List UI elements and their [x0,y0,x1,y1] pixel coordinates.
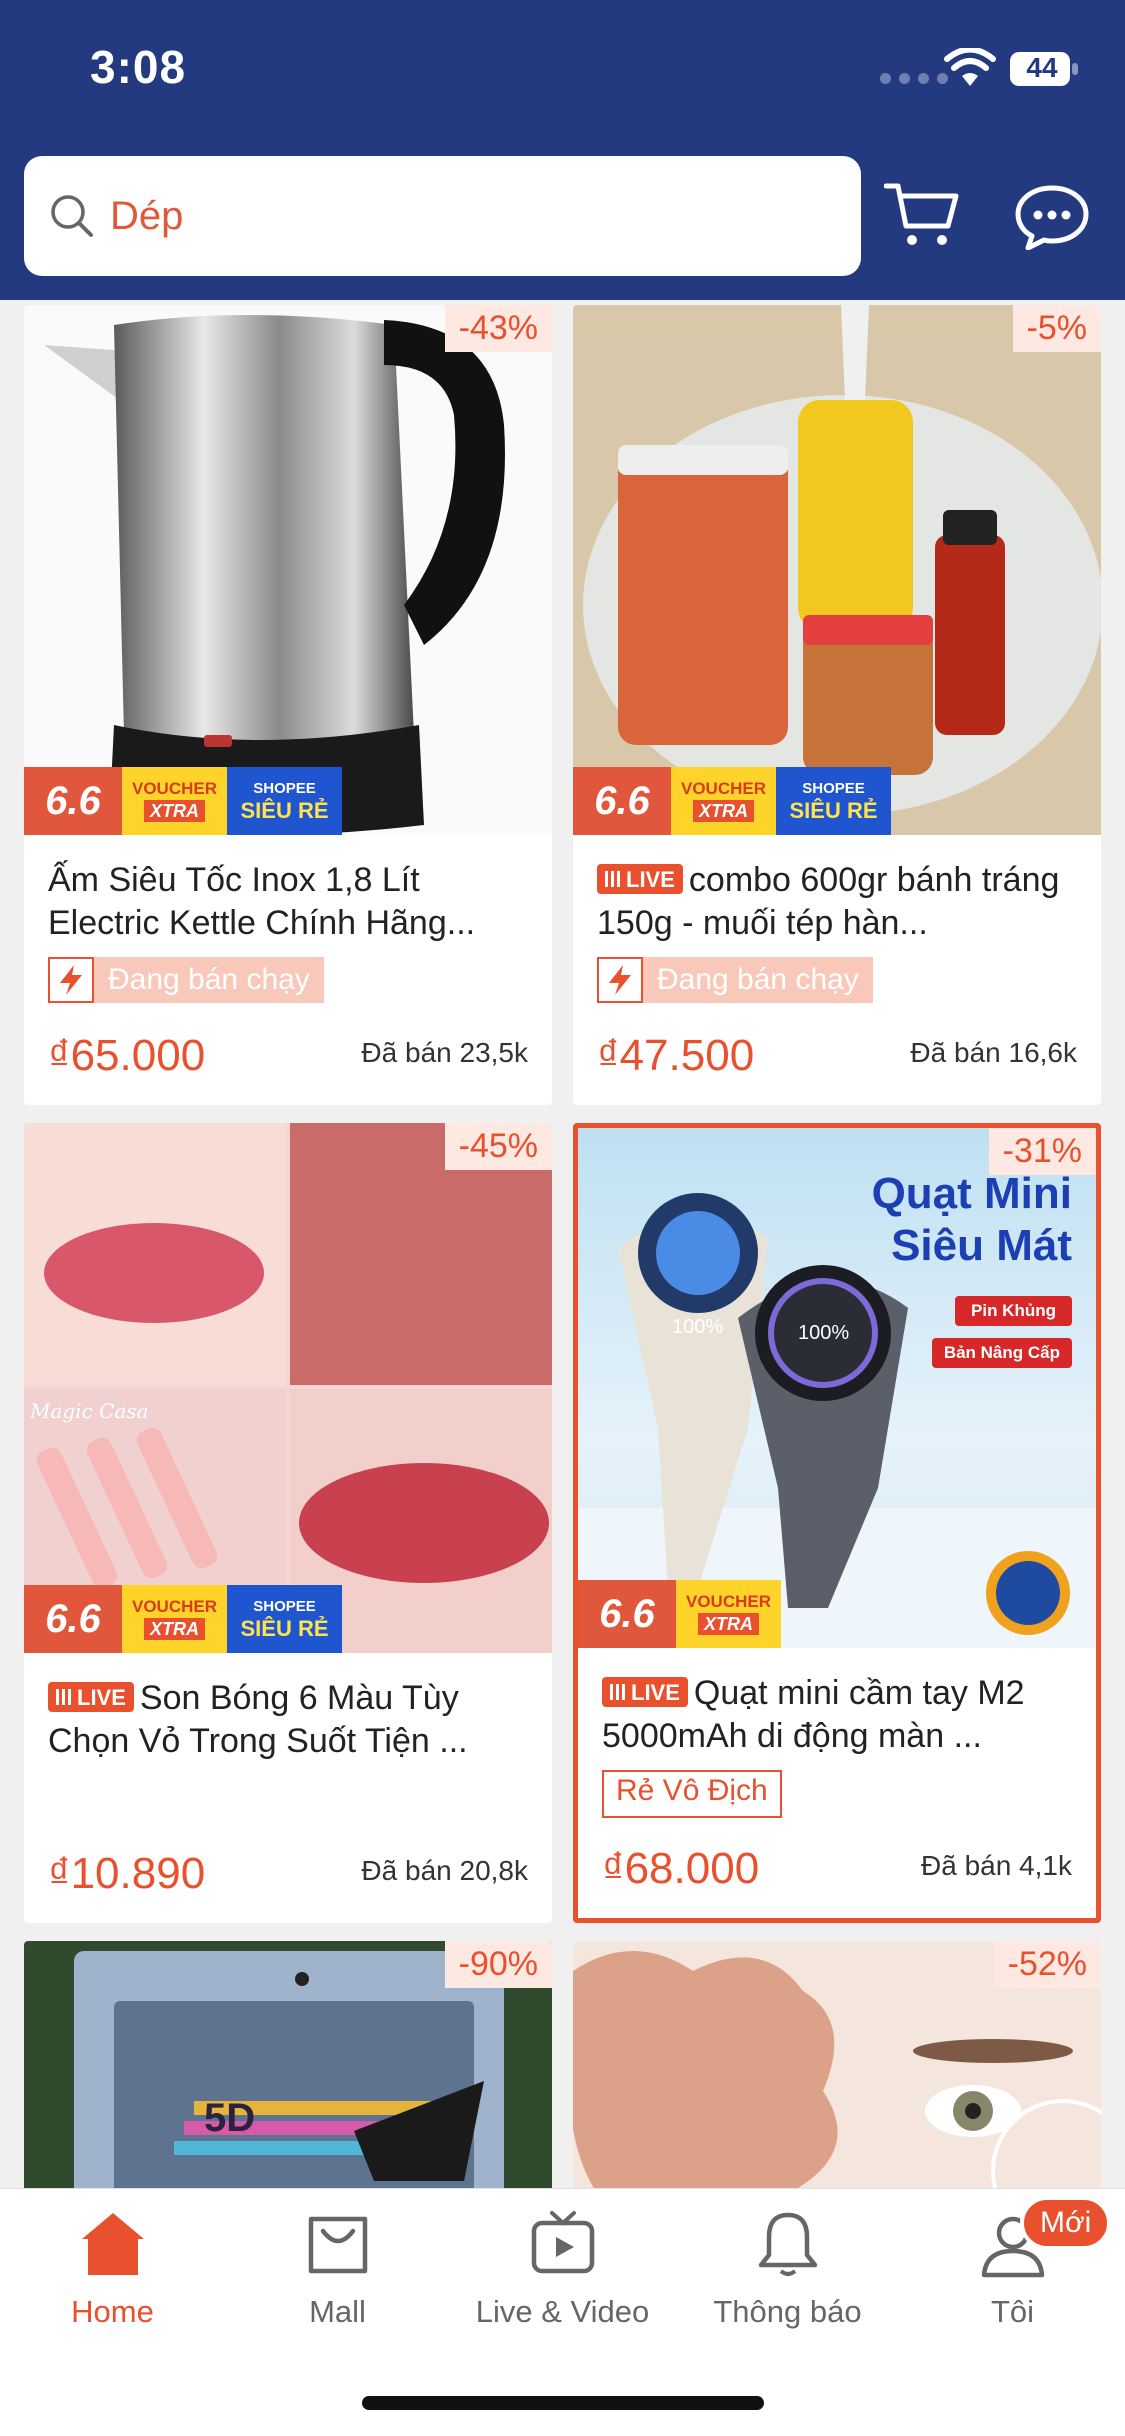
promo-badges: 6.6 VOUCHER XTRA SHOPEE SIÊU RẺ [573,767,891,835]
product-title: LIVE Son Bóng 6 Màu Tùy Chọn Vỏ Trong Suố… [48,1679,468,1760]
product-card[interactable]: Magic Casa -45% 6.6 VOUCHER XTRA SHOPEE SI… [24,1123,552,1923]
lightning-icon [48,957,94,1003]
bestseller-tag: Đang bán chạy [597,957,1077,1003]
discount-badge: -90% [444,1941,552,1988]
badge-voucher-xtra: VOUCHER XTRA [676,1580,781,1648]
shopping-bag-icon [308,2216,367,2274]
bell-icon [758,2212,817,2276]
product-title: LIVE Quạt mini cầm tay M2 5000mAh di động… [602,1674,1025,1755]
product-image: 100% 100% Quạt Mini Siêu Mát Pin Khủng B… [578,1128,1096,1648]
chat-icon[interactable] [1014,184,1090,250]
signal-icon [880,73,948,84]
promo-headline: Quạt Mini Siêu Mát [871,1169,1072,1270]
product-grid: -43% 6.6 VOUCHER XTRA SHOPEE SIÊU RẺ Ấm Si… [0,300,1125,2188]
wifi-icon [944,48,996,86]
promo-pill: Bản Nâng Cấp [931,1338,1072,1368]
product-image: -52% [573,1941,1101,2188]
nav-home[interactable]: Home [0,2209,225,2330]
product-card[interactable]: -5% 6.6 VOUCHER XTRA SHOPEE SIÊU RẺ LIVE co… [573,305,1101,1105]
badge-shopee-sieu-re: SHOPEE SIÊU RẺ [227,767,342,835]
nav-label: Tôi [990,2294,1035,2329]
sold-count: Đã bán 16,6k [910,1037,1077,1068]
nav-live-video[interactable]: Live & Video [450,2209,675,2330]
fan-display-2: 100% [798,1322,850,1344]
badge-shopee-sieu-re: SHOPEE SIÊU RẺ [227,1585,342,1653]
discount-badge: -52% [993,1941,1101,1988]
product-image-label: 5D [204,2096,256,2140]
product-image: -5% 6.6 VOUCHER XTRA SHOPEE SIÊU RẺ [573,305,1101,835]
home-icon [81,2213,144,2275]
search-icon [51,195,93,237]
search-query: Dép [110,193,184,238]
promo-pill: Pin Khủng [955,1296,1072,1326]
tv-play-icon [531,2211,594,2274]
nav-label: Mall [309,2294,366,2329]
discount-badge: -45% [444,1123,552,1170]
brand-watermark: Magic Casa [30,1399,149,1423]
nav-notifications[interactable]: Thông báo [675,2209,900,2330]
product-card[interactable]: 5D -90% [24,1941,552,2188]
sold-count: Đã bán 20,8k [361,1855,528,1886]
product-price: ₫10.890 [48,1849,206,1898]
badge-6-6: 6.6 [573,767,671,835]
search-bar[interactable]: Dép [24,156,861,276]
fan-display-1: 100% [672,1316,724,1338]
promo-badges: 6.6 VOUCHER XTRA [578,1580,781,1648]
badge-shopee-sieu-re: SHOPEE SIÊU RẺ [776,767,891,835]
discount-badge: -31% [988,1128,1096,1175]
badge-6-6: 6.6 [578,1580,676,1648]
battery-level: 44 [1026,52,1058,83]
live-badge: LIVE [602,1677,688,1707]
promo-badges: 6.6 VOUCHER XTRA SHOPEE SIÊU RẺ [24,767,342,835]
sold-count: Đã bán 23,5k [361,1037,528,1068]
cart-icon[interactable] [884,180,960,250]
product-card[interactable]: -43% 6.6 VOUCHER XTRA SHOPEE SIÊU RẺ Ấm Si… [24,305,552,1105]
product-title: Ấm Siêu Tốc Inox 1,8 Lít Electric Kettle… [48,861,476,942]
discount-badge: -43% [444,305,552,352]
product-image: 5D -90% [24,1941,552,2188]
bestseller-tag: Đang bán chạy [48,957,528,1003]
nav-label: Live & Video [475,2294,650,2329]
badge-voucher-xtra: VOUCHER XTRA [122,767,227,835]
product-card[interactable]: -52% [573,1941,1101,2188]
badge-voucher-xtra: VOUCHER XTRA [671,767,776,835]
product-card[interactable]: 100% 100% Quạt Mini Siêu Mát Pin Khủng B… [573,1123,1101,1923]
product-title: LIVE combo 600gr bánh tráng 150g - muối t… [597,861,1060,942]
live-badge: LIVE [48,1682,134,1712]
cheapest-tag: Rẻ Vô Địch [602,1770,782,1818]
nav-mall[interactable]: Mall [225,2209,450,2330]
badge-voucher-xtra: VOUCHER XTRA [122,1585,227,1653]
new-badge: Mới [1020,2196,1112,2250]
product-price: ₫47.500 [597,1031,755,1080]
nav-label: Home [71,2294,154,2329]
product-price: ₫65.000 [48,1031,206,1080]
product-image: -43% 6.6 VOUCHER XTRA SHOPEE SIÊU RẺ [24,305,552,835]
promo-badges: 6.6 VOUCHER XTRA SHOPEE SIÊU RẺ [24,1585,342,1653]
badge-6-6: 6.6 [24,1585,122,1653]
live-badge: LIVE [597,864,683,894]
product-image: Magic Casa -45% 6.6 VOUCHER XTRA SHOPEE SI… [24,1123,552,1653]
home-indicator[interactable] [362,2396,764,2410]
status-time: 3:08 [90,41,187,93]
header: 3:08 44 Dép [0,0,1125,300]
sold-count: Đã bán 4,1k [921,1850,1072,1881]
discount-badge: -5% [1012,305,1101,352]
product-price: ₫68.000 [602,1844,760,1893]
nav-label: Thông báo [713,2294,862,2329]
badge-6-6: 6.6 [24,767,122,835]
lightning-icon [597,957,643,1003]
